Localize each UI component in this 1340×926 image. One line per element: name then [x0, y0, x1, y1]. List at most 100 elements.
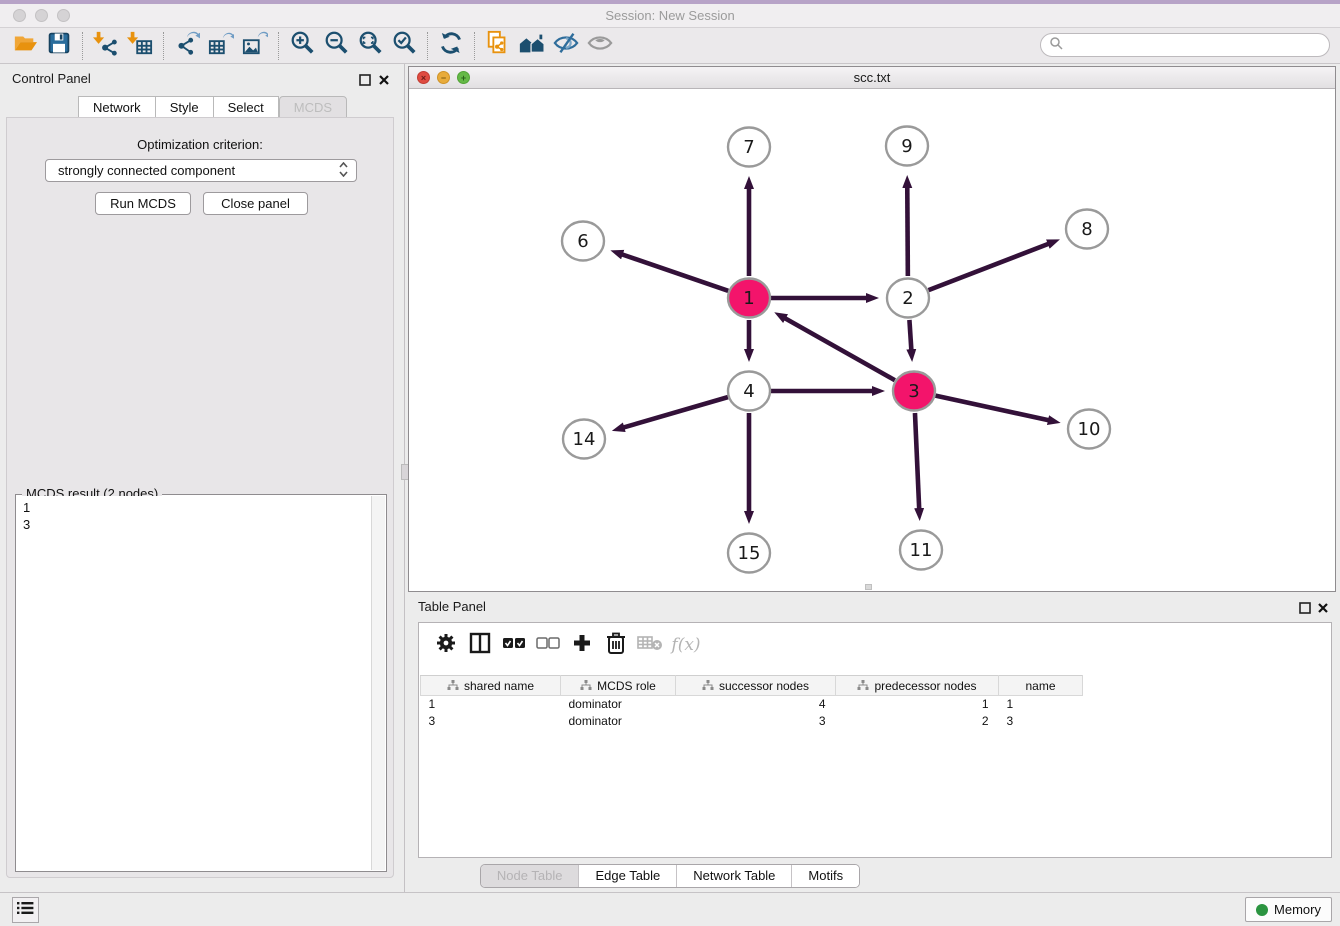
split-panel-button[interactable] — [463, 629, 497, 661]
network-close-button[interactable]: × — [417, 71, 430, 84]
cell-name[interactable]: 1 — [999, 696, 1083, 713]
column-header-name[interactable]: name — [999, 676, 1083, 696]
open-folder-icon — [12, 31, 38, 60]
edge-2-8[interactable] — [929, 243, 1050, 290]
edge-3-11[interactable] — [915, 413, 919, 510]
network-minimize-button[interactable]: − — [437, 71, 450, 84]
tab-motifs[interactable]: Motifs — [791, 865, 859, 887]
zoom-out-button[interactable] — [319, 31, 353, 61]
show-all-button[interactable] — [583, 31, 617, 61]
add-column-button[interactable] — [565, 629, 599, 661]
node-table[interactable]: shared name MCDS role successor nodes pr… — [420, 675, 1083, 730]
select-all-button[interactable] — [497, 629, 531, 661]
export-image-button[interactable] — [238, 31, 272, 61]
zoom-in-button[interactable] — [285, 31, 319, 61]
export-image-icon — [242, 30, 268, 61]
first-neighbors-button[interactable] — [515, 31, 549, 61]
result-scrollbar[interactable] — [371, 496, 385, 870]
refresh-button[interactable] — [434, 31, 468, 61]
edge-3-10[interactable] — [935, 396, 1049, 421]
zoom-fit-button[interactable] — [353, 31, 387, 61]
node-15[interactable]: 15 — [728, 534, 770, 573]
hide-selected-button[interactable] — [549, 31, 583, 61]
cell-shared-name[interactable]: 1 — [421, 696, 561, 713]
zoom-selected-button[interactable] — [387, 31, 421, 61]
edge-2-3[interactable] — [909, 320, 911, 351]
node-4[interactable]: 4 — [728, 372, 770, 411]
table-header-row: shared name MCDS role successor nodes pr… — [421, 676, 1083, 696]
control-panel-float-icon[interactable] — [359, 73, 371, 85]
tab-node-table[interactable]: Node Table — [481, 865, 579, 887]
node-10[interactable]: 10 — [1068, 410, 1110, 449]
tab-network[interactable]: Network — [78, 96, 156, 118]
houses-icon — [518, 30, 546, 61]
network-graph[interactable]: 7 9 6 8 1 2 4 3 14 10 15 11 — [409, 89, 1335, 591]
delete-column-button[interactable] — [599, 629, 633, 661]
node-9[interactable]: 9 — [886, 127, 928, 166]
cell-successor-nodes[interactable]: 4 — [676, 696, 836, 713]
node-label: 1 — [743, 288, 754, 309]
node-3[interactable]: 3 — [893, 372, 935, 411]
network-zoom-button[interactable]: + — [457, 71, 470, 84]
cell-successor-nodes[interactable]: 3 — [676, 713, 836, 730]
memory-button[interactable]: Memory — [1245, 897, 1332, 922]
edge-4-14[interactable] — [622, 397, 727, 428]
save-icon — [47, 31, 71, 60]
close-window-button[interactable] — [13, 9, 26, 22]
cell-mcds-role[interactable]: dominator — [561, 696, 676, 713]
import-network-button[interactable] — [89, 31, 123, 61]
node-1[interactable]: 1 — [728, 279, 770, 318]
search-input[interactable] — [1063, 35, 1329, 55]
import-table-button[interactable] — [123, 31, 157, 61]
table-row[interactable]: 3 dominator 3 2 3 — [421, 713, 1083, 730]
export-table-button[interactable] — [204, 31, 238, 61]
edge-2-9[interactable] — [907, 186, 908, 276]
tab-edge-table[interactable]: Edge Table — [578, 865, 676, 887]
control-panel-close-icon[interactable] — [378, 73, 390, 85]
tab-mcds[interactable]: MCDS — [279, 96, 347, 118]
table-panel-close-icon[interactable] — [1317, 601, 1329, 613]
table-row[interactable]: 1 dominator 4 1 1 — [421, 696, 1083, 713]
node-6[interactable]: 6 — [562, 222, 604, 261]
table-panel-float-icon[interactable] — [1299, 601, 1311, 613]
function-builder-button[interactable]: f(x) — [667, 629, 701, 661]
tab-style[interactable]: Style — [156, 96, 214, 118]
export-network-button[interactable] — [170, 31, 204, 61]
cell-name[interactable]: 3 — [999, 713, 1083, 730]
cell-mcds-role[interactable]: dominator — [561, 713, 676, 730]
table-settings-button[interactable] — [429, 629, 463, 661]
mcds-result-list[interactable]: 1 3 — [17, 496, 371, 870]
cell-shared-name[interactable]: 3 — [421, 713, 561, 730]
edge-3-1[interactable] — [784, 318, 895, 381]
open-session-button[interactable] — [8, 31, 42, 61]
search-box[interactable] — [1040, 33, 1330, 57]
column-header-shared-name[interactable]: shared name — [421, 676, 561, 696]
network-view-window[interactable]: × − + scc.txt 7 9 6 8 1 2 4 3 14 10 15 11 — [408, 66, 1336, 592]
minimize-window-button[interactable] — [35, 9, 48, 22]
deselect-all-button[interactable] — [531, 629, 565, 661]
zoom-window-button[interactable] — [57, 9, 70, 22]
save-session-button[interactable] — [42, 31, 76, 61]
node-2[interactable]: 2 — [887, 279, 929, 318]
node-11[interactable]: 11 — [900, 531, 942, 570]
optimization-criterion-select[interactable]: strongly connected component — [45, 159, 357, 182]
node-8[interactable]: 8 — [1066, 210, 1108, 249]
cell-predecessor-nodes[interactable]: 1 — [836, 696, 999, 713]
close-panel-button[interactable]: Close panel — [203, 192, 308, 215]
node-14[interactable]: 14 — [563, 420, 605, 459]
network-window-titlebar[interactable]: × − + scc.txt — [409, 67, 1335, 89]
column-header-predecessor-nodes[interactable]: predecessor nodes — [836, 676, 999, 696]
tab-network-table[interactable]: Network Table — [676, 865, 791, 887]
canvas-resize-dot[interactable] — [865, 584, 872, 590]
tab-select[interactable]: Select — [214, 96, 279, 118]
delete-table-button[interactable] — [633, 629, 667, 661]
column-header-successor-nodes[interactable]: successor nodes — [676, 676, 836, 696]
duplicate-network-button[interactable] — [481, 31, 515, 61]
titlebar[interactable]: Session: New Session — [0, 4, 1340, 28]
node-7[interactable]: 7 — [728, 128, 770, 167]
cell-predecessor-nodes[interactable]: 2 — [836, 713, 999, 730]
edge-1-6[interactable] — [621, 254, 728, 291]
task-history-button[interactable] — [12, 897, 39, 923]
run-mcds-button[interactable]: Run MCDS — [95, 192, 191, 215]
column-header-mcds-role[interactable]: MCDS role — [561, 676, 676, 696]
